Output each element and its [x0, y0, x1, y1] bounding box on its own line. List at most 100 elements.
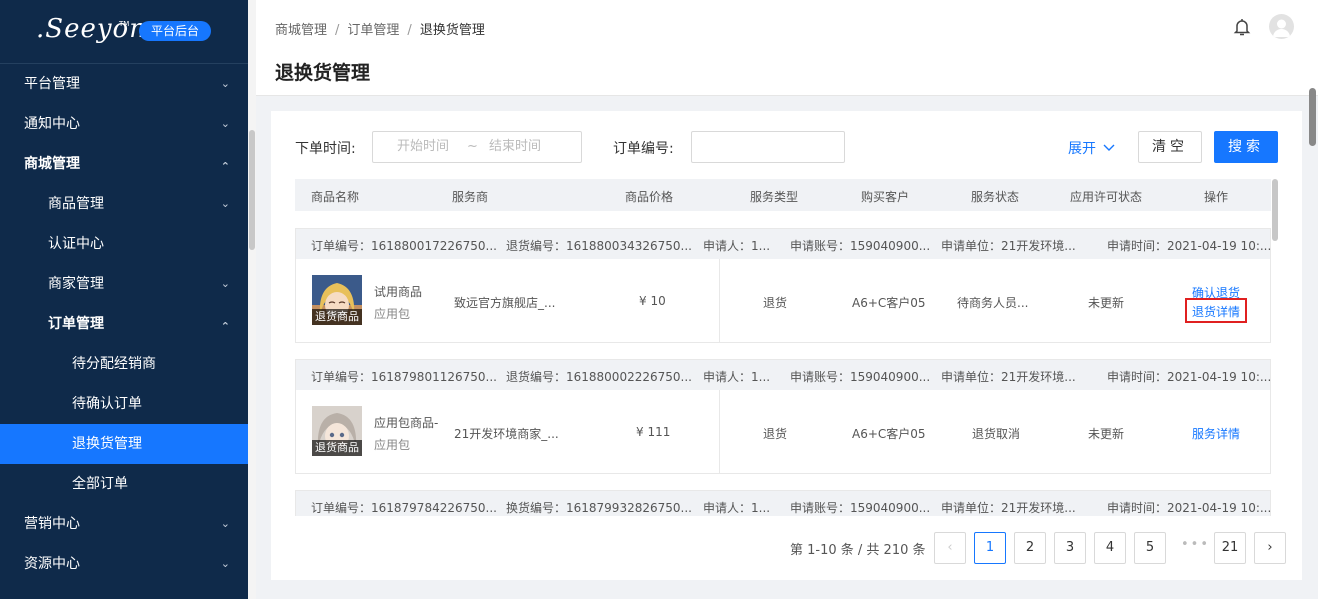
bell-icon[interactable]: [1231, 16, 1253, 38]
product-name: 应用包商品-: [374, 416, 439, 430]
scrollbar-thumb[interactable]: [1309, 88, 1316, 146]
main-scrollbar[interactable]: [1308, 80, 1318, 599]
sidebar-item-label: 平台管理: [24, 76, 80, 92]
table-row: 退货商品 应用包商品- 应用包 21开发环境商家_... ¥ 111 退货 A6…: [296, 390, 1270, 473]
sidebar-scrollbar[interactable]: [248, 0, 256, 599]
product-type: 应用包: [374, 438, 411, 452]
breadcrumb-mall[interactable]: 商城管理: [275, 23, 327, 38]
col-service-status: 服务状态: [971, 190, 1020, 204]
expand-label: 展开: [1068, 141, 1096, 157]
sidebar-item-pending-confirm[interactable]: 待确认订单: [0, 384, 248, 424]
chevron-down-icon: ⌄: [220, 557, 230, 570]
order-info-bar: 订单编号：161879801126750... 退货编号：16188000222…: [296, 360, 1271, 390]
order-block: 订单编号：161880017226750... 退货编号：16188003432…: [295, 228, 1271, 343]
sidebar-item-returns[interactable]: 退换货管理: [0, 424, 248, 464]
seeyon-logo: .Seeyon: [36, 14, 147, 44]
sidebar-item-orders[interactable]: 订单管理 ⌃: [0, 304, 248, 344]
applicant-account: 申请账号：159040900...: [790, 501, 931, 515]
sidebar-item-pending-distributor[interactable]: 待分配经销商: [0, 344, 248, 384]
chevron-down-icon: ⌄: [220, 77, 230, 90]
scrollbar-thumb[interactable]: [1272, 179, 1278, 241]
order-info-bar: 订单编号：161879784226750... 换货编号：16187993282…: [296, 491, 1271, 516]
sidebar-item-platform[interactable]: 平台管理 ⌄: [0, 64, 248, 104]
col-service-type: 服务类型: [750, 190, 799, 204]
product-thumbnail[interactable]: 退货商品: [312, 406, 362, 456]
sidebar-item-label: 全部订单: [72, 476, 128, 492]
start-date-input[interactable]: 开始时间: [397, 132, 449, 162]
sidebar-item-mall[interactable]: 商城管理 ⌃: [0, 144, 248, 184]
license-status: 未更新: [1088, 296, 1125, 310]
service-number: 退货编号：161880034326750...: [506, 239, 692, 253]
col-product-name: 商品名称: [311, 190, 360, 204]
pagination-ellipsis[interactable]: •••: [1181, 537, 1210, 552]
apply-time: 申请时间：2021-04-19 10:...: [1107, 501, 1271, 515]
expand-filters-link[interactable]: 展开: [1068, 138, 1116, 158]
sidebar-item-certification[interactable]: 认证中心: [0, 224, 248, 264]
sidebar-item-products[interactable]: 商品管理 ⌄: [0, 184, 248, 224]
page-5-button[interactable]: 5: [1134, 532, 1166, 564]
applicant: 申请人：1...: [703, 370, 771, 384]
apply-time: 申请时间：2021-04-19 10:...: [1107, 370, 1271, 384]
table-header: 商品名称 服务商 商品价格 服务类型 购买客户 服务状态 应用许可状态 操作: [295, 179, 1271, 211]
sidebar-item-label: 认证中心: [48, 236, 104, 252]
date-range-picker[interactable]: 开始时间 ~ 结束时间: [372, 131, 582, 163]
scrollbar-thumb[interactable]: [249, 130, 255, 250]
sidebar-item-label: 商家管理: [48, 276, 104, 292]
sidebar-item-label: 通知中心: [24, 116, 80, 132]
user-avatar[interactable]: [1269, 14, 1294, 39]
page-2-button[interactable]: 2: [1014, 532, 1046, 564]
product-thumbnail[interactable]: 退货商品: [312, 275, 362, 325]
sidebar-item-marketing[interactable]: 营销中心 ⌄: [0, 504, 248, 544]
breadcrumb-current: 退换货管理: [419, 23, 485, 38]
end-date-input[interactable]: 结束时间: [489, 132, 541, 162]
logo-area: .Seeyon TM 平台后台: [0, 0, 248, 64]
customer: A6+C客户05: [852, 296, 926, 310]
applicant-account: 申请账号：159040900...: [790, 239, 931, 253]
sidebar-item-label: 商城管理: [24, 156, 80, 172]
clear-button[interactable]: 清空: [1138, 131, 1202, 163]
order-block: 订单编号：161879784226750... 换货编号：16187993282…: [295, 490, 1271, 516]
customer: A6+C客户05: [852, 427, 926, 441]
sidebar-item-label: 退换货管理: [72, 436, 142, 452]
order-number: 订单编号：161880017226750...: [311, 239, 497, 253]
breadcrumb-orders[interactable]: 订单管理: [347, 23, 399, 38]
chevron-up-icon: ⌃: [220, 160, 230, 173]
table-row: 退货商品 试用商品 应用包 致远官方旗舰店_... ¥ 10 退货 A6+C客户…: [296, 259, 1270, 342]
price: ¥ 111: [636, 425, 671, 439]
chevron-down-icon: ⌄: [220, 197, 230, 210]
sidebar-item-label: 订单管理: [48, 316, 104, 332]
page-3-button[interactable]: 3: [1054, 532, 1086, 564]
image-tag: 退货商品: [312, 309, 362, 325]
order-block: 订单编号：161879801126750... 退货编号：16188000222…: [295, 359, 1271, 474]
logo-trademark: TM: [119, 20, 130, 28]
sidebar-item-label: 待分配经销商: [72, 356, 156, 372]
sidebar: .Seeyon TM 平台后台 平台管理 ⌄ 通知中心 ⌄ 商城管理 ⌃ 商品管…: [0, 0, 248, 599]
order-no-input[interactable]: [691, 131, 845, 163]
page-4-button[interactable]: 4: [1094, 532, 1126, 564]
next-page-button[interactable]: ›: [1254, 532, 1286, 564]
prev-page-button[interactable]: ‹: [934, 532, 966, 564]
sidebar-item-label: 商品管理: [48, 196, 104, 212]
breadcrumb: 商城管理 / 订单管理 / 退换货管理: [275, 19, 485, 38]
content-card: 下单时间: 开始时间 ~ 结束时间 订单编号: 展开 清空 搜索 商品名称 服务…: [271, 111, 1302, 580]
sidebar-item-merchants[interactable]: 商家管理 ⌄: [0, 264, 248, 304]
col-actions: 操作: [1204, 190, 1229, 204]
sidebar-item-notifications[interactable]: 通知中心 ⌄: [0, 104, 248, 144]
page-1-button[interactable]: 1: [974, 532, 1006, 564]
order-info-bar: 订单编号：161880017226750... 退货编号：16188003432…: [296, 229, 1271, 259]
search-button[interactable]: 搜索: [1214, 131, 1278, 163]
license-status: 未更新: [1088, 427, 1125, 441]
col-customer: 购买客户: [861, 190, 910, 204]
page-last-button[interactable]: 21: [1214, 532, 1246, 564]
service-status: 待商务人员...: [957, 296, 1029, 310]
service-detail-link[interactable]: 服务详情: [1192, 425, 1240, 442]
table-scrollbar[interactable]: [1272, 179, 1279, 516]
col-price: 商品价格: [625, 190, 674, 204]
column-divider: [719, 390, 720, 473]
provider: 致远官方旗舰店_...: [454, 296, 556, 310]
sidebar-item-all-orders[interactable]: 全部订单: [0, 464, 248, 504]
chevron-up-icon: ⌃: [220, 320, 230, 333]
sidebar-item-resources[interactable]: 资源中心 ⌄: [0, 544, 248, 584]
applicant-unit: 申请单位：21开发环境...: [941, 501, 1076, 515]
chevron-down-icon: ⌄: [220, 517, 230, 530]
